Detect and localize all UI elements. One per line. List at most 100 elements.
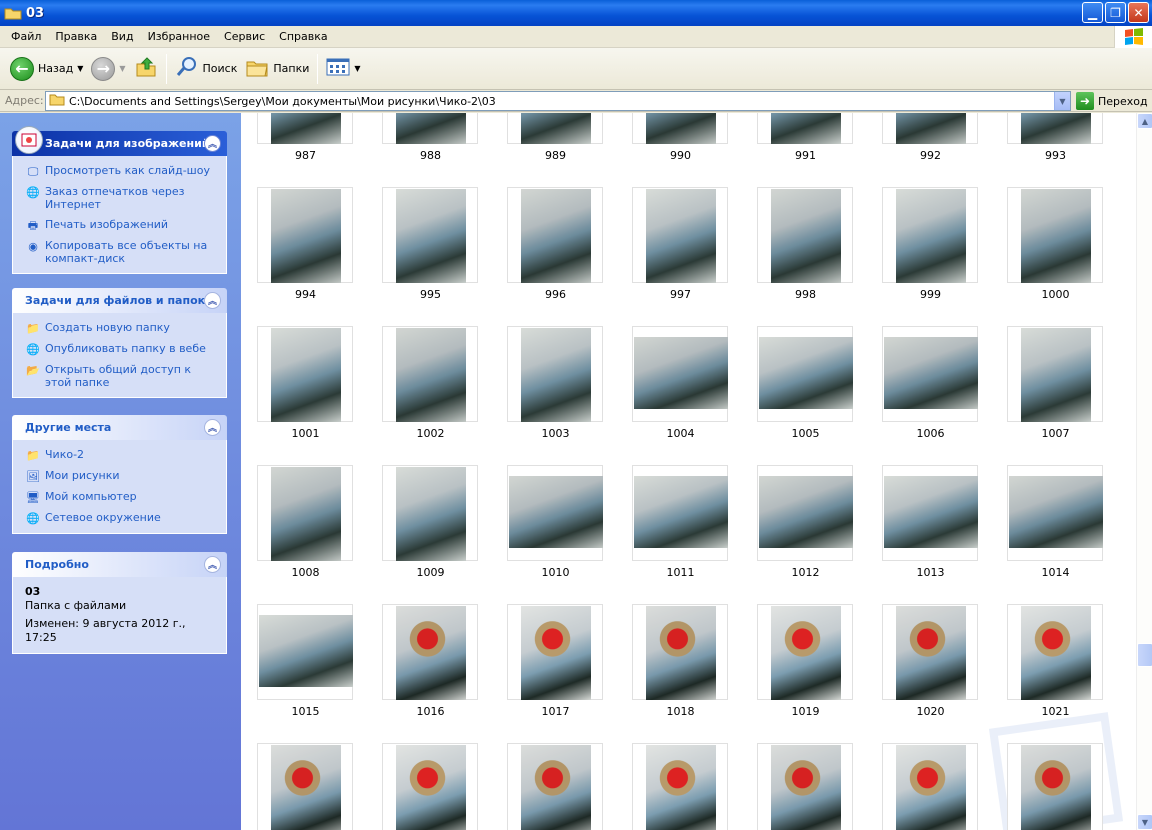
thumbnail-caption[interactable]: 992 — [868, 149, 993, 162]
collapse-icon[interactable]: ︽ — [204, 419, 221, 436]
thumbnail[interactable] — [382, 326, 478, 422]
minimize-button[interactable]: ▁ — [1082, 2, 1103, 23]
thumbnail[interactable] — [882, 187, 978, 283]
thumbnail[interactable] — [1007, 113, 1103, 144]
thumbnail[interactable] — [507, 326, 603, 422]
thumbnail-caption[interactable]: 1018 — [618, 705, 743, 718]
task-share-folder[interactable]: 📂 Открыть общий доступ к этой папке — [25, 363, 216, 389]
details-header[interactable]: Подробно ︽ — [12, 552, 227, 577]
thumbnail[interactable] — [757, 326, 853, 422]
thumbnail-caption[interactable]: 1009 — [368, 566, 493, 579]
task-copy-cd[interactable]: ◉ Копировать все объекты на компакт-диск — [25, 239, 216, 265]
thumbnail-caption[interactable]: 1012 — [743, 566, 868, 579]
address-dropdown-button[interactable]: ▼ — [1054, 92, 1070, 110]
scroll-thumb[interactable] — [1137, 643, 1152, 667]
collapse-icon[interactable]: ︽ — [204, 556, 221, 573]
file-tasks-header[interactable]: Задачи для файлов и папок ︽ — [12, 288, 227, 313]
thumbnail-view[interactable]: 987 988 989 990 991 992 993 994 995 996 997 998 999 1… — [241, 113, 1136, 830]
place-my-computer[interactable]: 🖥 Мой компьютер — [25, 490, 216, 504]
thumbnail-caption[interactable]: 1001 — [243, 427, 368, 440]
place-my-pictures[interactable]: 🖼 Мои рисунки — [25, 469, 216, 483]
thumbnail-caption[interactable]: 990 — [618, 149, 743, 162]
menu-file[interactable]: Файл — [4, 30, 48, 43]
thumbnail-caption[interactable]: 1002 — [368, 427, 493, 440]
thumbnail-caption[interactable]: 999 — [868, 288, 993, 301]
menu-view[interactable]: Вид — [104, 30, 140, 43]
thumbnail-caption[interactable]: 1007 — [993, 427, 1118, 440]
thumbnail-caption[interactable]: 1015 — [243, 705, 368, 718]
thumbnail[interactable] — [757, 465, 853, 561]
task-publish-web[interactable]: 🌐 Опубликовать папку в вебе — [25, 342, 216, 356]
thumbnail[interactable] — [632, 113, 728, 144]
views-button[interactable]: ▼ — [322, 52, 364, 86]
thumbnail[interactable] — [382, 113, 478, 144]
thumbnail[interactable] — [882, 743, 978, 830]
thumbnail[interactable] — [882, 604, 978, 700]
thumbnail[interactable] — [1007, 187, 1103, 283]
scroll-up-button[interactable]: ▲ — [1137, 113, 1152, 129]
thumbnail[interactable] — [507, 743, 603, 830]
thumbnail[interactable] — [257, 604, 353, 700]
thumbnail[interactable] — [257, 743, 353, 830]
thumbnail[interactable] — [382, 604, 478, 700]
menu-favorites[interactable]: Избранное — [141, 30, 217, 43]
thumbnail-caption[interactable]: 998 — [743, 288, 868, 301]
thumbnail[interactable] — [1007, 743, 1103, 830]
thumbnail[interactable] — [757, 113, 853, 144]
thumbnail[interactable] — [632, 465, 728, 561]
thumbnail-caption[interactable]: 1008 — [243, 566, 368, 579]
collapse-icon[interactable]: ︽ — [204, 292, 221, 309]
thumbnail[interactable] — [1007, 465, 1103, 561]
thumbnail-caption[interactable]: 1016 — [368, 705, 493, 718]
place-network[interactable]: 🌐 Сетевое окружение — [25, 511, 216, 525]
menu-tools[interactable]: Сервис — [217, 30, 272, 43]
restore-button[interactable]: ❐ — [1105, 2, 1126, 23]
thumbnail-caption[interactable]: 989 — [493, 149, 618, 162]
thumbnail-caption[interactable]: 1011 — [618, 566, 743, 579]
thumbnail[interactable] — [882, 465, 978, 561]
close-button[interactable]: ✕ — [1128, 2, 1149, 23]
back-button[interactable]: ← Назад ▼ — [6, 52, 87, 86]
scroll-down-button[interactable]: ▼ — [1137, 814, 1152, 830]
thumbnail-caption[interactable]: 1010 — [493, 566, 618, 579]
thumbnail[interactable] — [257, 465, 353, 561]
thumbnail-caption[interactable]: 1013 — [868, 566, 993, 579]
menu-edit[interactable]: Правка — [48, 30, 104, 43]
thumbnail-caption[interactable]: 988 — [368, 149, 493, 162]
thumbnail[interactable] — [632, 604, 728, 700]
thumbnail[interactable] — [507, 465, 603, 561]
thumbnail[interactable] — [507, 187, 603, 283]
vertical-scrollbar[interactable]: ▲ ▼ — [1136, 113, 1152, 830]
search-button[interactable]: Поиск — [171, 52, 242, 86]
thumbnail-caption[interactable]: 1019 — [743, 705, 868, 718]
thumbnail[interactable] — [632, 743, 728, 830]
thumbnail[interactable] — [632, 187, 728, 283]
thumbnail[interactable] — [257, 326, 353, 422]
folders-button[interactable]: Папки — [241, 52, 313, 86]
thumbnail[interactable] — [257, 187, 353, 283]
thumbnail-caption[interactable]: 996 — [493, 288, 618, 301]
thumbnail-caption[interactable]: 1000 — [993, 288, 1118, 301]
forward-dropdown-icon[interactable]: ▼ — [119, 64, 125, 73]
thumbnail[interactable] — [757, 187, 853, 283]
thumbnail-caption[interactable]: 993 — [993, 149, 1118, 162]
thumbnail-caption[interactable]: 1005 — [743, 427, 868, 440]
thumbnail-caption[interactable]: 1006 — [868, 427, 993, 440]
task-slideshow[interactable]: 🖵 Просмотреть как слайд-шоу — [25, 164, 216, 178]
thumbnail[interactable] — [382, 743, 478, 830]
thumbnail[interactable] — [757, 604, 853, 700]
address-input[interactable]: C:\Documents and Settings\Sergey\Мои док… — [45, 91, 1071, 111]
thumbnail[interactable] — [1007, 604, 1103, 700]
thumbnail[interactable] — [507, 113, 603, 144]
thumbnail-caption[interactable]: 1004 — [618, 427, 743, 440]
back-dropdown-icon[interactable]: ▼ — [77, 64, 83, 73]
thumbnail-caption[interactable]: 1014 — [993, 566, 1118, 579]
thumbnail[interactable] — [382, 465, 478, 561]
up-folder-button[interactable] — [130, 52, 162, 86]
thumbnail-caption[interactable]: 1021 — [993, 705, 1118, 718]
image-tasks-header[interactable]: Задачи для изображений ︽ — [12, 126, 227, 156]
thumbnail-caption[interactable]: 994 — [243, 288, 368, 301]
views-dropdown-icon[interactable]: ▼ — [354, 64, 360, 73]
thumbnail-caption[interactable]: 997 — [618, 288, 743, 301]
thumbnail[interactable] — [1007, 326, 1103, 422]
